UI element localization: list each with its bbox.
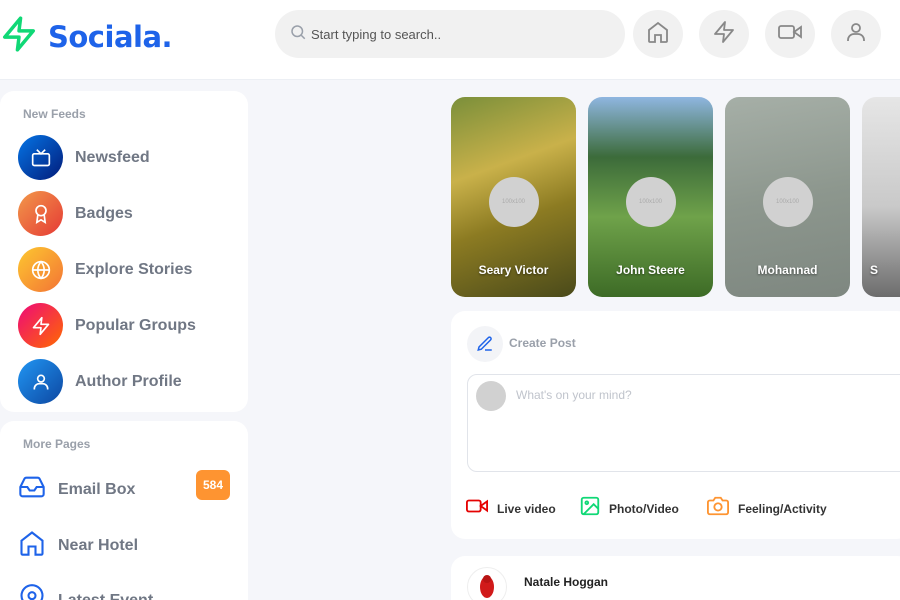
edit-icon[interactable] xyxy=(467,326,503,362)
sidebar-item-badges[interactable]: Badges xyxy=(18,191,133,236)
story-card[interactable]: 100x100 Mohannad xyxy=(725,97,850,297)
story-avatar: 100x100 xyxy=(762,177,813,227)
sidebar-item-label: Popular Groups xyxy=(75,316,196,334)
tv-icon xyxy=(18,135,63,180)
video-icon xyxy=(465,495,489,522)
video-nav-button[interactable] xyxy=(765,10,815,58)
sidebar-item-label: Newsfeed xyxy=(75,148,150,166)
zap-logo-icon xyxy=(0,14,38,59)
home-icon xyxy=(646,20,670,49)
image-icon xyxy=(579,495,601,522)
user-icon xyxy=(18,359,63,404)
more-pages-card: More Pages xyxy=(0,421,248,600)
sidebar-item-latest-event[interactable]: Latest Event xyxy=(18,584,153,600)
avatar[interactable] xyxy=(467,567,507,600)
map-pin-icon xyxy=(18,584,46,600)
post-placeholder: What's on your mind? xyxy=(516,388,632,402)
story-name: S xyxy=(870,263,879,277)
sidebar-item-popular-groups[interactable]: Popular Groups xyxy=(18,303,196,348)
sidebar-item-label: Latest Event xyxy=(58,591,154,600)
feeling-activity-button[interactable]: Feeling/Activity xyxy=(706,495,827,522)
story-card[interactable]: S xyxy=(862,97,900,297)
sidebar-item-label: Near Hotel xyxy=(58,536,139,554)
video-icon xyxy=(777,20,803,49)
sidebar-item-email-box[interactable]: Email Box xyxy=(18,473,135,506)
post-input[interactable]: What's on your mind? xyxy=(467,374,900,472)
new-feeds-title: New Feeds xyxy=(23,107,86,121)
top-header: Sociala. Start typing to search.. xyxy=(0,0,900,80)
story-name: Seary Victor xyxy=(478,263,549,277)
search-input[interactable]: Start typing to search.. xyxy=(311,27,441,42)
story-card[interactable]: 100x100 Seary Victor xyxy=(451,97,576,297)
zap-icon xyxy=(712,20,736,49)
sidebar-item-near-hotel[interactable]: Near Hotel xyxy=(18,529,138,562)
home-nav-button[interactable] xyxy=(633,10,683,58)
new-feeds-card: New Feeds Newsfeed Badges Explore Storie… xyxy=(0,91,248,412)
email-count-badge: 584 xyxy=(196,470,230,500)
story-avatar: 100x100 xyxy=(625,177,676,227)
create-post-label: Create Post xyxy=(509,336,576,350)
story-name: Mohannad xyxy=(757,263,818,277)
sidebar-item-author-profile[interactable]: Author Profile xyxy=(18,359,182,404)
zap-icon xyxy=(18,303,63,348)
zap-nav-button[interactable] xyxy=(699,10,749,58)
search-bar[interactable]: Start typing to search.. xyxy=(275,10,625,58)
inbox-icon xyxy=(18,473,46,506)
sidebar-item-label: Email Box xyxy=(58,480,136,498)
camera-icon xyxy=(706,495,730,522)
create-post-card: Create Post What's on your mind? Live vi… xyxy=(451,311,900,539)
app-logo[interactable]: Sociala. xyxy=(0,14,173,59)
photo-video-button[interactable]: Photo/Video xyxy=(579,495,679,522)
sidebar-item-explore-stories[interactable]: Explore Stories xyxy=(18,247,192,292)
home-icon xyxy=(18,529,46,562)
globe-icon xyxy=(18,247,63,292)
story-card[interactable]: 100x100 John Steere xyxy=(588,97,713,297)
live-video-button[interactable]: Live video xyxy=(465,495,556,522)
story-avatar: 100x100 xyxy=(488,177,539,227)
story-name: John Steere xyxy=(616,263,685,277)
more-pages-title: More Pages xyxy=(23,437,91,451)
sidebar-item-label: Badges xyxy=(75,204,133,222)
sidebar-item-label: Author Profile xyxy=(75,372,182,390)
sidebar-item-label: Explore Stories xyxy=(75,260,193,278)
sidebar-item-newsfeed[interactable]: Newsfeed xyxy=(18,135,150,180)
app-name: Sociala. xyxy=(48,19,173,54)
search-icon xyxy=(289,23,307,46)
award-icon xyxy=(18,191,63,236)
feed-post-card: Natale Hoggan xyxy=(451,556,900,600)
avatar xyxy=(476,381,506,411)
post-author-name[interactable]: Natale Hoggan xyxy=(524,575,608,589)
user-nav-button[interactable] xyxy=(831,10,881,58)
user-icon xyxy=(844,20,868,49)
